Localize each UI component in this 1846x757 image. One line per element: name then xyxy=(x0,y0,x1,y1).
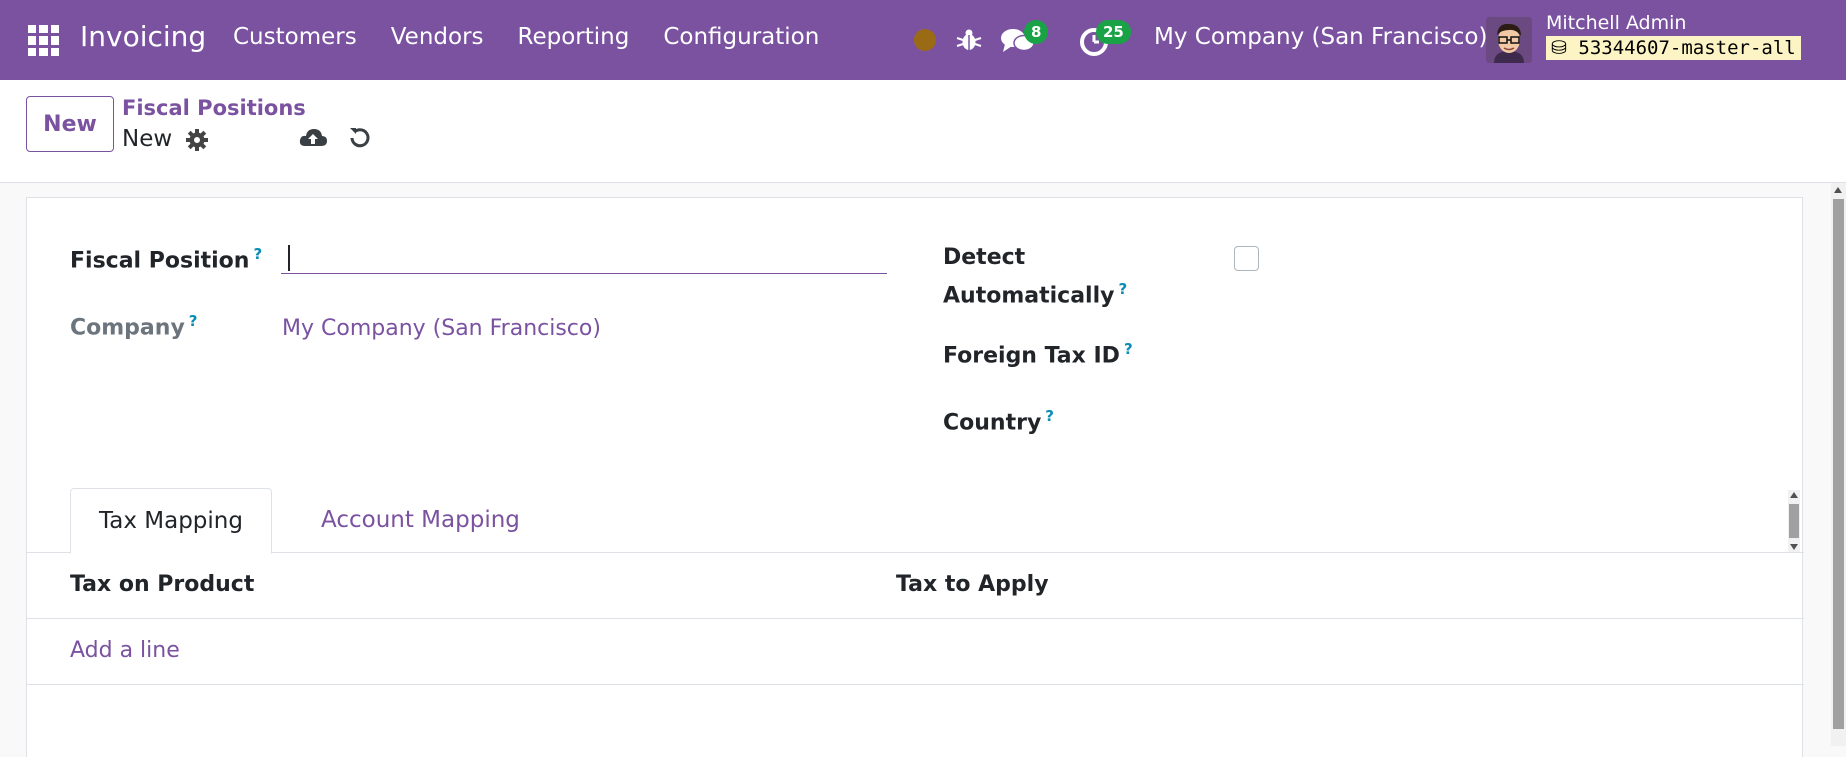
activity-count-badge: 25 xyxy=(1096,20,1131,44)
page-scroll-up-arrow[interactable] xyxy=(1834,187,1842,193)
form-sheet: Fiscal Position? Company? My Company (Sa… xyxy=(26,197,1804,757)
detect-automatically-label: Detect xyxy=(943,245,1025,270)
menu-configuration[interactable]: Configuration xyxy=(663,24,819,50)
user-name[interactable]: Mitchell Admin xyxy=(1546,12,1686,34)
chat-count-badge: 8 xyxy=(1024,20,1049,44)
country-label-text: Country xyxy=(943,410,1042,436)
foreign-tax-id-help[interactable]: ? xyxy=(1124,340,1133,358)
notebook-tabs: Tax Mapping Account Mapping xyxy=(27,488,1804,554)
database-badge: ⛁ 53344607-master-all xyxy=(1546,36,1801,60)
company-label-text: Company xyxy=(70,315,185,341)
scroll-up-arrow[interactable] xyxy=(1790,492,1798,498)
undo-icon[interactable] xyxy=(347,125,373,151)
user-avatar[interactable] xyxy=(1486,17,1532,63)
country-label: Country? xyxy=(943,407,1054,435)
fiscal-position-help[interactable]: ? xyxy=(253,245,262,263)
company-label: Company? xyxy=(70,312,197,340)
database-name: 53344607-master-all xyxy=(1578,37,1796,59)
tab-account-mapping[interactable]: Account Mapping xyxy=(293,488,548,554)
add-line-button[interactable]: Add a line xyxy=(70,638,180,663)
tax-mapping-header: Tax on Product Tax to Apply xyxy=(27,553,1804,619)
add-line-row: Add a line xyxy=(27,619,1804,685)
app-menu-icon[interactable] xyxy=(28,25,59,56)
main-navbar: Invoicing Customers Vendors Reporting Co… xyxy=(0,0,1846,80)
fiscal-position-label-text: Fiscal Position xyxy=(70,248,250,274)
page-scrollbar[interactable] xyxy=(1831,183,1846,746)
fiscal-position-input[interactable] xyxy=(281,238,887,274)
database-icon: ⛁ xyxy=(1551,37,1567,59)
menu-reporting[interactable]: Reporting xyxy=(518,24,630,50)
scroll-down-arrow[interactable] xyxy=(1790,544,1798,550)
record-title: New xyxy=(122,126,173,152)
page-scrollbar-thumb[interactable] xyxy=(1833,199,1844,729)
detect-automatically-help[interactable]: ? xyxy=(1118,280,1127,298)
company-help[interactable]: ? xyxy=(189,312,198,330)
app-title[interactable]: Invoicing xyxy=(80,20,206,53)
control-panel: New Fiscal Positions New xyxy=(0,80,1846,183)
tab-tax-mapping[interactable]: Tax Mapping xyxy=(70,488,272,554)
bug-icon[interactable] xyxy=(955,26,983,54)
fiscal-position-label: Fiscal Position? xyxy=(70,245,262,273)
detect-automatically-checkbox[interactable] xyxy=(1234,246,1259,271)
company-field[interactable]: My Company (San Francisco) xyxy=(282,316,601,341)
country-help[interactable]: ? xyxy=(1045,407,1054,425)
text-cursor xyxy=(288,245,290,271)
menu-vendors[interactable]: Vendors xyxy=(391,24,484,50)
gear-icon[interactable] xyxy=(185,128,209,152)
foreign-tax-id-label: Foreign Tax ID? xyxy=(943,340,1133,368)
detect-label-line2: Automatically xyxy=(943,283,1115,309)
column-tax-on-product[interactable]: Tax on Product xyxy=(70,572,254,597)
status-indicator[interactable] xyxy=(914,29,936,51)
menu-customers[interactable]: Customers xyxy=(233,24,357,50)
detect-label-line1: Detect xyxy=(943,245,1026,270)
inner-scrollbar-thumb[interactable] xyxy=(1789,504,1799,538)
inner-scrollbar[interactable] xyxy=(1788,490,1800,552)
new-button[interactable]: New xyxy=(26,96,114,152)
column-tax-to-apply[interactable]: Tax to Apply xyxy=(896,572,1049,597)
detect-automatically-label-2: Automatically? xyxy=(943,280,1127,308)
cloud-upload-icon[interactable] xyxy=(298,124,328,152)
company-switcher[interactable]: My Company (San Francisco) xyxy=(1154,24,1487,50)
top-menu: Customers Vendors Reporting Configuratio… xyxy=(233,24,853,50)
breadcrumb-fiscal-positions[interactable]: Fiscal Positions xyxy=(122,96,306,120)
foreign-tax-id-label-text: Foreign Tax ID xyxy=(943,343,1120,369)
